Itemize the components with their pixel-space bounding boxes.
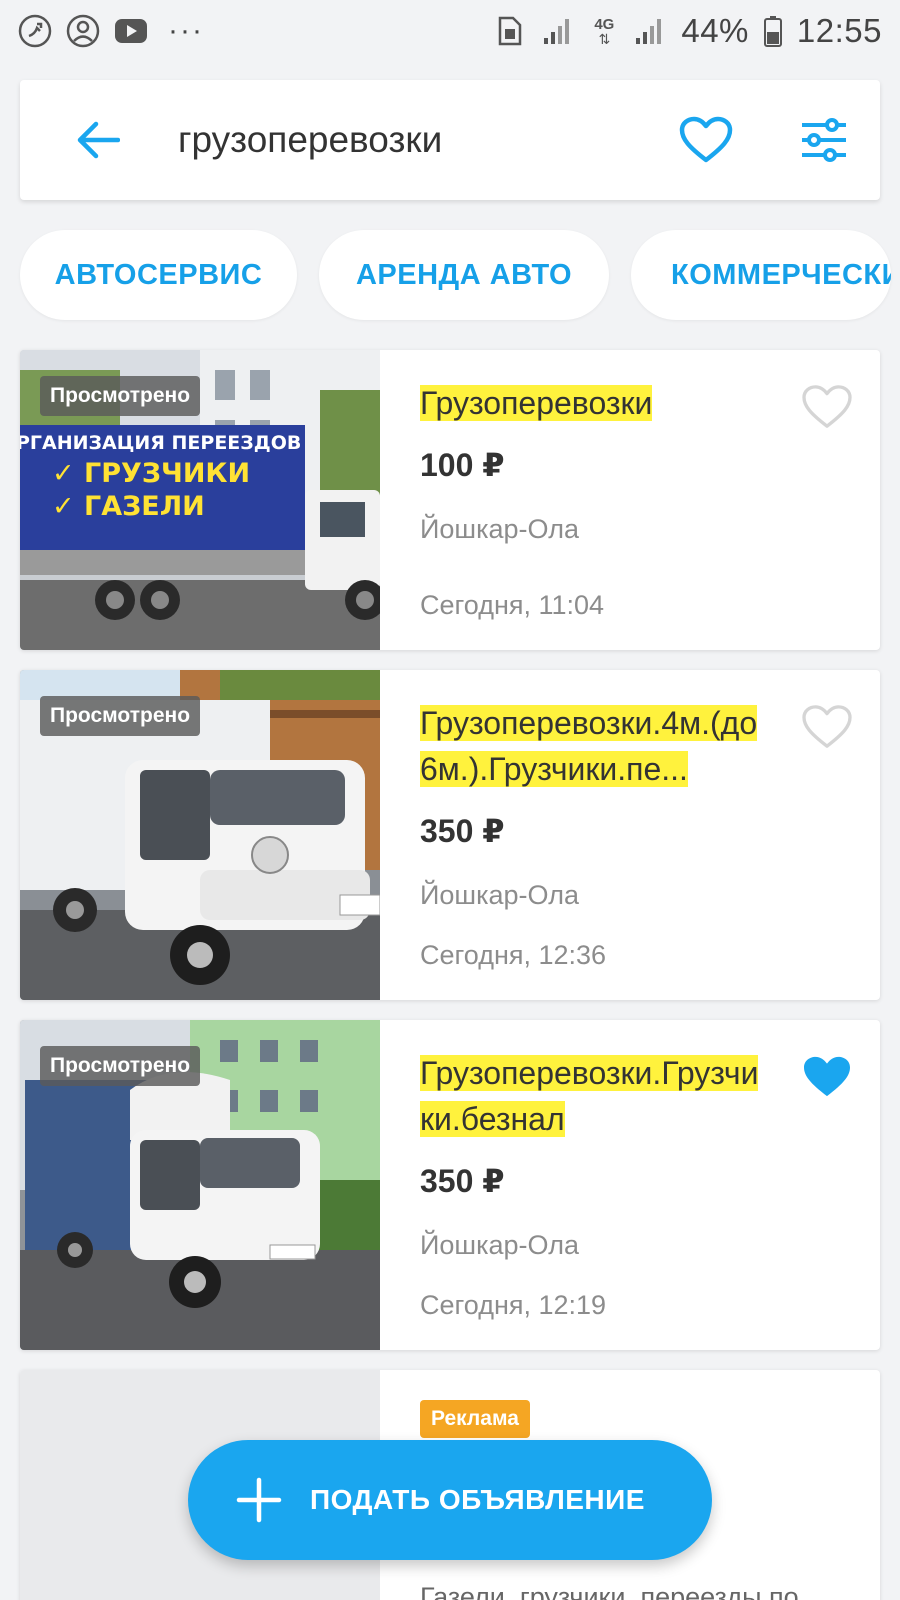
listing-card[interactable]: РГАНИЗАЦИЯ ПЕРЕЕЗДОВ ✓ ГРУЗЧИКИ ✓ ГАЗЕЛИ…	[20, 350, 880, 650]
status-bar: ··· 4G ⇅ 44% 12:55	[0, 0, 900, 62]
listing-info: Грузоперевозки.Грузчики.безнал 350 ₽ Йош…	[420, 1020, 880, 1350]
chip-car-rental[interactable]: АРЕНДА АВТО	[319, 230, 609, 320]
youtube-icon	[114, 14, 148, 48]
banner-line-1: РГАНИЗАЦИЯ ПЕРЕЕЗДОВ	[20, 432, 302, 454]
listing-city: Йошкар-Ола	[420, 514, 579, 544]
battery-icon	[763, 14, 783, 48]
viewed-badge: Просмотрено	[40, 696, 201, 736]
viewed-badge: Просмотрено	[40, 1046, 201, 1086]
listing-city: Йошкар-Ола	[420, 1230, 579, 1260]
signal-icon-2	[633, 14, 667, 48]
listing-title[interactable]: Грузоперевозки.Грузчики.безнал	[420, 1050, 765, 1142]
signal-icon	[541, 14, 575, 48]
viewed-badge: Просмотрено	[40, 376, 201, 416]
post-ad-button[interactable]: ПОДАТЬ ОБЪЯВЛЕНИЕ	[188, 1440, 712, 1560]
heart-outline-icon[interactable]	[800, 380, 854, 434]
heart-outline-icon[interactable]	[676, 110, 736, 170]
listing-price: 350 ₽	[420, 1163, 505, 1199]
photo-banner-text: РГАНИЗАЦИЯ ПЕРЕЕЗДОВ ✓ ГРУЗЧИКИ ✓ ГАЗЕЛИ	[20, 432, 305, 522]
ad-description: Газели, грузчики, переезды по	[420, 1582, 799, 1600]
listing-info: Грузоперевозки 100 ₽ Йошкар-Ола Сегодня,…	[420, 350, 880, 650]
chip-commercial[interactable]: КОММЕРЧЕСКИ	[631, 230, 891, 320]
account-circle-icon	[66, 14, 100, 48]
listing-title-text: Грузоперевозки.Грузчики.безнал	[420, 1055, 759, 1137]
listing-date: Сегодня, 12:36	[420, 940, 607, 970]
search-header: грузоперевозки	[20, 80, 880, 200]
filter-sliders-icon[interactable]	[794, 110, 854, 170]
listing-price: 350 ₽	[420, 813, 505, 849]
ad-badge: Реклама	[420, 1400, 530, 1438]
heart-filled-icon[interactable]	[800, 1050, 854, 1104]
chip-autoservice[interactable]: АВТОСЕРВИС	[20, 230, 297, 320]
sim-card-icon	[493, 14, 527, 48]
listing-card[interactable]: Просмотрено Грузоперевозки.Грузчики.безн…	[20, 1020, 880, 1350]
post-ad-label: ПОДАТЬ ОБЪЯВЛЕНИЕ	[310, 1484, 645, 1515]
listing-info: Грузоперевозки.4м.(до 6м.).Грузчики.пе..…	[420, 670, 880, 1000]
network-4g-icon: 4G ⇅	[594, 15, 615, 47]
listing-date: Сегодня, 12:19	[420, 1290, 607, 1320]
network-type: 4G	[594, 15, 615, 33]
status-bar-left: ···	[18, 14, 204, 48]
listing-photo[interactable]: РГАНИЗАЦИЯ ПЕРЕЕЗДОВ ✓ ГРУЗЧИКИ ✓ ГАЗЕЛИ…	[20, 350, 380, 650]
listing-title-text: Грузоперевозки.4м.(до 6м.).Грузчики.пе..…	[420, 705, 758, 787]
listing-date: Сегодня, 11:04	[420, 590, 605, 620]
banner-line-3: ✓ ГАЗЕЛИ	[52, 491, 205, 522]
more-notifications: ···	[168, 14, 204, 47]
clock: 12:55	[796, 12, 882, 49]
listing-title[interactable]: Грузоперевозки	[420, 380, 765, 426]
back-arrow-icon[interactable]	[68, 110, 128, 170]
status-bar-right: 4G ⇅ 44% 12:55	[493, 12, 882, 50]
listing-city: Йошкар-Ола	[420, 880, 579, 910]
listing-photo[interactable]: Просмотрено	[20, 1020, 380, 1350]
missed-call-icon	[18, 14, 52, 48]
listing-card[interactable]: Просмотрено Грузоперевозки.4м.(до 6м.).Г…	[20, 670, 880, 1000]
heart-outline-icon[interactable]	[800, 700, 854, 754]
category-chips: АВТОСЕРВИС АРЕНДА АВТО КОММЕРЧЕСКИ	[20, 230, 891, 320]
listing-price: 100 ₽	[420, 447, 505, 483]
listing-title[interactable]: Грузоперевозки.4м.(до 6м.).Грузчики.пе..…	[420, 700, 765, 792]
listing-title-text: Грузоперевозки	[420, 385, 653, 421]
listing-photo[interactable]: Просмотрено	[20, 670, 380, 1000]
search-query[interactable]: грузоперевозки	[178, 119, 676, 161]
banner-line-2: ✓ ГРУЗЧИКИ	[52, 458, 251, 489]
battery-percent: 44%	[681, 12, 749, 49]
plus-icon	[234, 1475, 284, 1525]
